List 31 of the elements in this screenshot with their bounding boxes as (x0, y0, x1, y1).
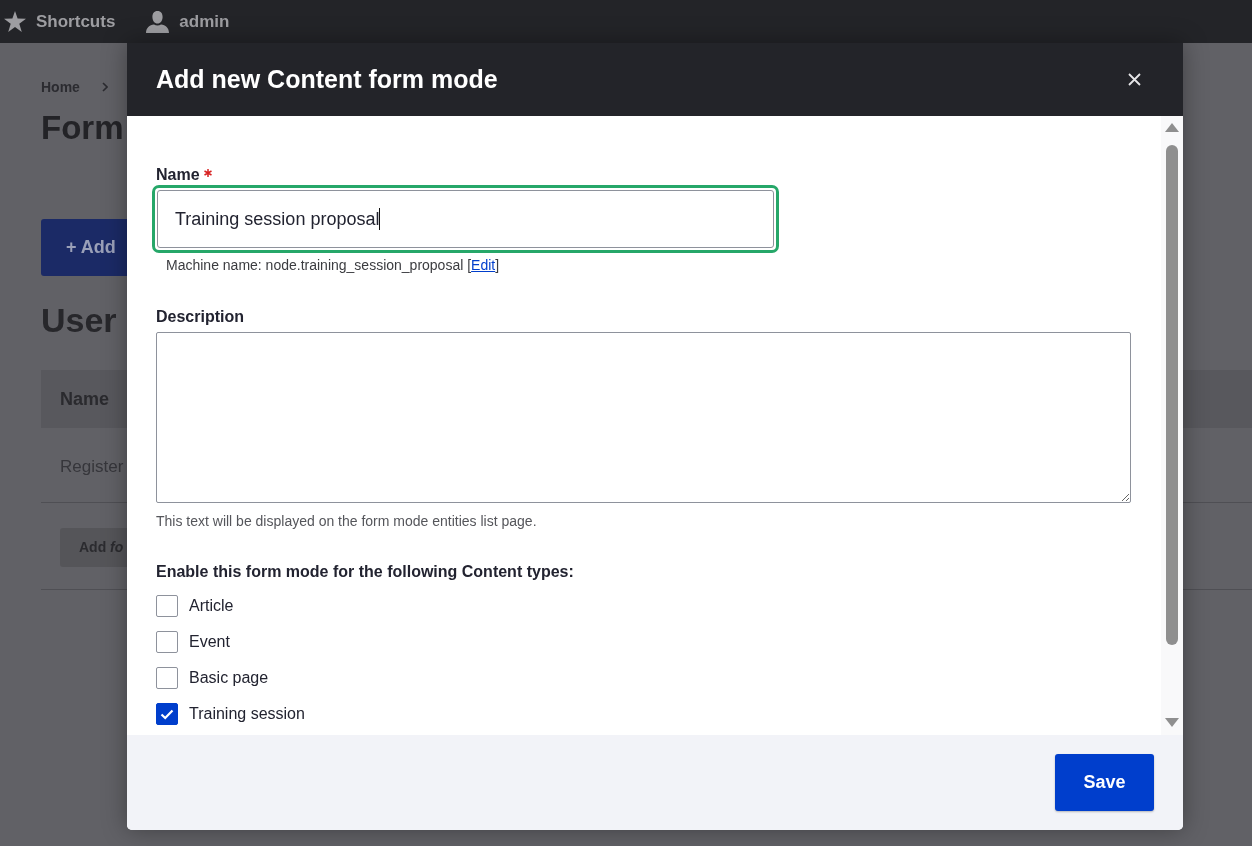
checkbox[interactable] (156, 631, 178, 653)
add-button[interactable]: + Add (41, 219, 127, 276)
scroll-down-arrow-icon[interactable] (1165, 718, 1179, 727)
checkbox[interactable] (156, 667, 178, 689)
field-help-text: This text will be displayed on the form mode entities list page. (156, 512, 537, 530)
checkbox-label: Article (189, 596, 234, 616)
field-label: Name (156, 165, 200, 185)
description-field[interactable] (156, 332, 1131, 503)
dialog-title: Add new Content form mode (156, 63, 498, 95)
toolbar-link[interactable]: admin (146, 8, 230, 35)
checkbox-label: Training session (189, 704, 305, 724)
scroll-up-arrow-icon[interactable] (1165, 123, 1179, 132)
person-icon (146, 10, 170, 33)
checkmark-icon (160, 708, 174, 720)
star-icon (4, 11, 26, 32)
toolbar-link[interactable]: Shortcuts (4, 8, 116, 35)
checkbox-label: Basic page (189, 668, 269, 688)
text-caret-icon (379, 208, 381, 230)
save-button[interactable]: Save (1055, 754, 1154, 811)
section-title: User (41, 300, 117, 340)
scrollbar-thumb[interactable] (1166, 145, 1178, 645)
chevron-right-icon (101, 82, 108, 92)
checkbox[interactable] (156, 703, 178, 725)
close-icon (1127, 73, 1141, 86)
field-label: Description (156, 307, 244, 327)
machine-name-text: Machine name: node.training_session_proposal [Edit] (166, 256, 500, 274)
checkbox[interactable] (156, 595, 178, 617)
fieldset-label: Enable this form mode for the following Content types: (156, 562, 574, 582)
name-field[interactable]: Training session proposal (152, 185, 779, 253)
checkbox-label: Event (189, 632, 230, 652)
page-title: Form (41, 108, 124, 148)
